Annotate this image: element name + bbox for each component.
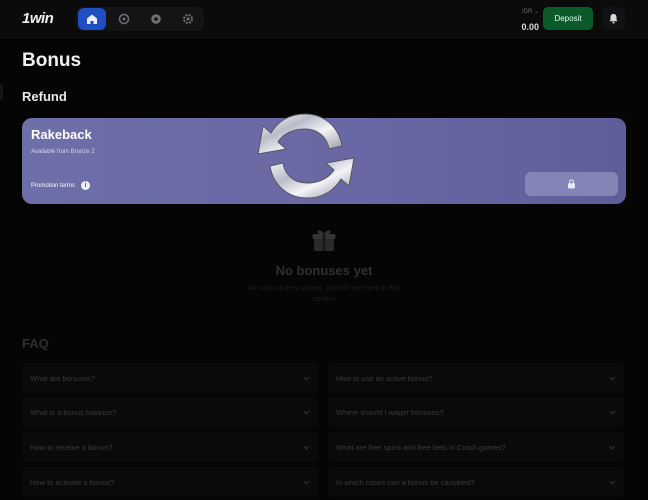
chevron-down-icon [303,409,310,416]
side-collapse-handle[interactable] [0,84,3,100]
empty-state-title: No bonuses yet [275,263,373,278]
faq-item[interactable]: What are bonuses? [22,363,318,393]
faq-question: How to use an active bonus? [336,373,433,383]
main-nav [76,7,204,31]
card-availability: Available from Bronze 2 [31,149,95,155]
ball-icon [151,14,161,24]
currency-label: IDR ⌄ [521,9,539,15]
faq-item[interactable]: What are free spins and free bets in Cra… [328,432,624,462]
bonus-page: 1win IDR ⌄ 0.00 Deposit Bonus Refund Rak… [0,0,648,500]
section-title-refund: Refund [22,89,67,104]
faq-question: Where should I wager bonuses? [336,407,444,417]
bell-icon [609,13,618,24]
chevron-down-icon [609,409,616,416]
nav-settings-button[interactable] [174,8,202,30]
faq-question: How to activate a bonus? [30,477,115,487]
faq-item[interactable]: What is a bonus balance? [22,397,318,427]
faq-item[interactable]: How to activate a bonus? [22,467,318,497]
empty-state-text: As soon as they appear, you will see the… [248,285,400,303]
promotion-terms-link[interactable]: Promotion terms i [31,181,91,190]
refresh-icon[interactable] [245,102,367,210]
nav-casino-button[interactable] [110,8,138,30]
home-icon [87,14,97,24]
nav-sports-button[interactable] [142,8,170,30]
info-icon: i [81,181,91,190]
faq-question: In which cases can a bonus be canceled? [336,477,475,487]
chevron-down-icon [609,479,616,486]
chip-icon [118,13,130,25]
chevron-down-icon [609,444,616,451]
lock-icon [568,179,575,189]
chevron-down-icon [303,375,310,382]
logo[interactable]: 1win [22,10,54,27]
promotion-terms-label: Promotion terms [31,182,76,189]
locked-claim-button[interactable] [525,172,618,196]
faq-item[interactable]: In which cases can a bonus be canceled? [328,467,624,497]
deposit-button[interactable]: Deposit [543,7,593,30]
notifications-button[interactable] [602,7,625,30]
page-title: Bonus [22,50,82,71]
balance-amount: 0.00 [521,22,539,32]
chevron-down-icon [303,444,310,451]
faq-question: What is a bonus balance? [30,407,117,417]
faq-item[interactable]: How to receive a bonus? [22,432,318,462]
gift-icon [312,230,336,251]
faq-item[interactable]: How to use an active bonus? [328,363,624,393]
chevron-down-icon [303,479,310,486]
faq-question: How to receive a bonus? [30,442,113,452]
faq-item[interactable]: Where should I wager bonuses? [328,397,624,427]
card-title: Rakeback [31,127,92,142]
faq-title: FAQ [22,336,49,351]
faq-question: What are free spins and free bets in Cra… [336,442,506,452]
top-bar: 1win IDR ⌄ 0.00 Deposit [0,0,648,38]
gear-icon [183,14,193,24]
chevron-down-icon [609,375,616,382]
nav-home-button[interactable] [78,8,106,30]
balance-display[interactable]: IDR ⌄ 0.00 [505,8,539,35]
faq-question: What are bonuses? [30,373,96,383]
